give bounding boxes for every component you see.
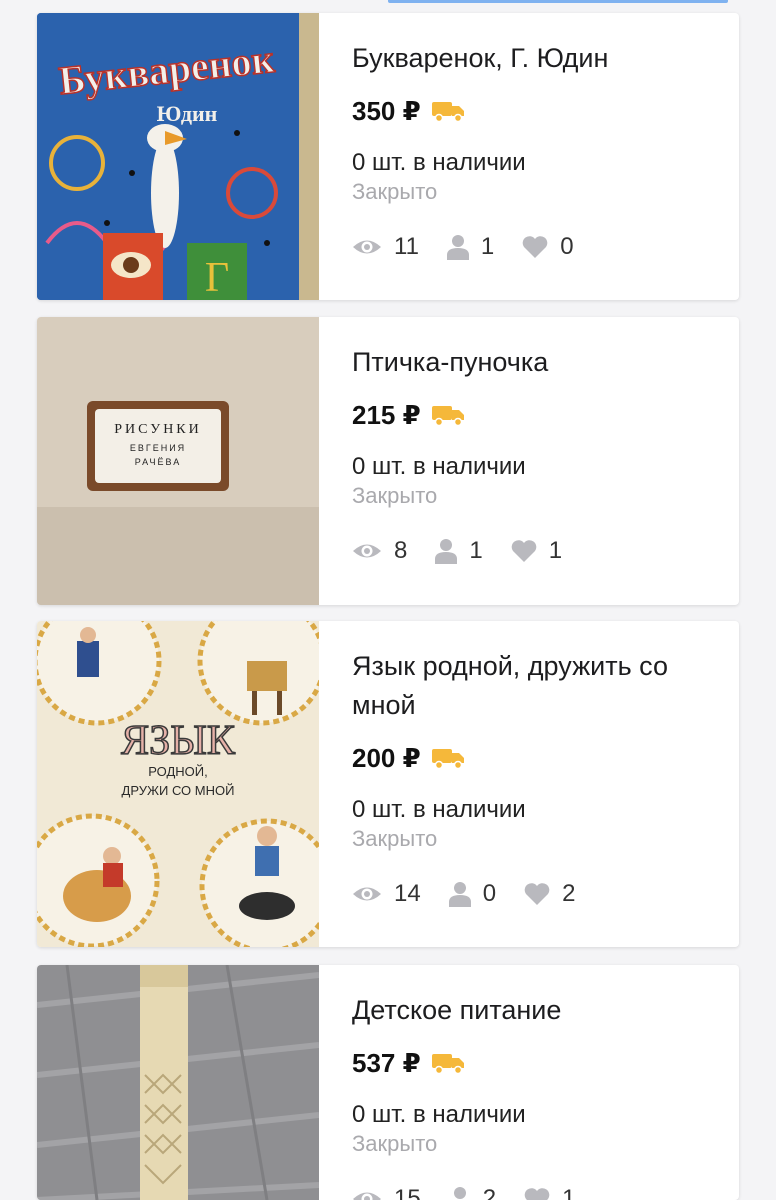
product-price: 350 ₽ <box>352 95 421 126</box>
views-stat: 11 <box>352 233 419 261</box>
cover-author-text: Юдин <box>157 101 218 126</box>
views-count: 11 <box>394 233 419 260</box>
stats-row: 11 1 0 <box>352 232 715 262</box>
buyers-stat: 1 <box>446 233 495 261</box>
truck-icon <box>431 749 464 770</box>
stock-text: 0 шт. в наличии <box>352 1101 526 1128</box>
product-info: Букваренок, Г. Юдин 350 ₽ 0 шт. в наличи… <box>352 39 715 262</box>
product-info: Детское питание 537 ₽ 0 шт. в наличии За… <box>352 991 715 1200</box>
likes-stat: 2 <box>524 880 575 908</box>
product-image[interactable]: ЯЗЫК РОДНОЙ, ДРУЖИ СО МНОЙ <box>37 621 319 947</box>
top-scroll-indicator <box>388 0 728 3</box>
likes-stat: 1 <box>524 1185 575 1200</box>
views-count: 14 <box>394 880 421 907</box>
product-card[interactable]: РИСУНКИ ЕВГЕНИЯ РАЧЁВА Птичка-пуночка 21… <box>37 317 739 605</box>
cover-title-text: ЯЗЫК <box>121 718 236 764</box>
cover-line-3: ДРУЖИ СО МНОЙ <box>122 783 235 798</box>
stats-row: 14 0 2 <box>352 879 715 909</box>
buyers-stat: 2 <box>449 1185 496 1200</box>
stats-row: 15 2 1 <box>352 1184 715 1200</box>
price-row: 215 ₽ <box>352 398 715 432</box>
status-text: Закрыто <box>352 179 438 204</box>
status-text: Закрыто <box>352 826 438 851</box>
views-stat: 8 <box>352 537 407 565</box>
product-image[interactable]: Г Букваренок Юдин <box>37 13 319 300</box>
price-row: 350 ₽ <box>352 94 715 128</box>
status-text: Закрыто <box>352 1131 438 1156</box>
product-title[interactable]: Птичка-пуночка <box>352 343 715 382</box>
person-icon <box>448 882 471 907</box>
stats-row: 8 1 1 <box>352 536 715 566</box>
stock-text: 0 шт. в наличии <box>352 796 526 823</box>
price-row: 537 ₽ <box>352 1046 715 1080</box>
heart-icon <box>522 236 548 258</box>
views-stat: 14 <box>352 880 421 908</box>
product-price: 537 ₽ <box>352 1047 421 1078</box>
truck-icon <box>431 1054 464 1075</box>
likes-count: 1 <box>548 537 563 564</box>
label-line-3: РАЧЁВА <box>135 457 181 467</box>
buyers-stat: 0 <box>448 880 497 908</box>
cover-line-2: РОДНОЙ, <box>148 764 207 779</box>
label-line-1: РИСУНКИ <box>114 422 202 437</box>
product-card[interactable]: Г Букваренок Юдин Букваренок, Г. Юдин 35… <box>37 13 739 300</box>
product-info: Птичка-пуночка 215 ₽ 0 шт. в наличии Зак… <box>352 343 715 566</box>
product-price: 215 ₽ <box>352 399 421 430</box>
buyers-count: 1 <box>480 233 495 260</box>
product-title[interactable]: Букваренок, Г. Юдин <box>352 39 715 78</box>
buyers-count: 2 <box>482 1185 497 1200</box>
label-line-2: ЕВГЕНИЯ <box>130 443 186 453</box>
product-image[interactable]: РИСУНКИ ЕВГЕНИЯ РАЧЁВА <box>37 317 319 605</box>
stock-text: 0 шт. в наличии <box>352 149 526 176</box>
likes-stat: 0 <box>522 233 574 261</box>
truck-icon <box>431 102 464 123</box>
eye-icon <box>353 240 381 254</box>
eye-icon <box>353 544 381 558</box>
buyers-count: 0 <box>482 880 497 907</box>
eye-icon <box>353 887 381 901</box>
likes-count: 0 <box>560 233 574 260</box>
status-text: Закрыто <box>352 483 438 508</box>
buyers-count: 1 <box>469 537 483 564</box>
stock-text: 0 шт. в наличии <box>352 453 526 480</box>
cover-letter-text: Г <box>205 255 229 300</box>
product-title[interactable]: Язык родной, дружить со мной <box>352 647 715 725</box>
person-icon <box>446 235 469 260</box>
product-card[interactable]: Детское питание 537 ₽ 0 шт. в наличии За… <box>37 965 739 1200</box>
product-title[interactable]: Детское питание <box>352 991 715 1030</box>
views-count: 15 <box>394 1185 421 1200</box>
heart-icon <box>524 883 550 905</box>
eye-icon <box>353 1192 381 1200</box>
product-price: 200 ₽ <box>352 742 421 773</box>
views-count: 8 <box>394 537 408 564</box>
heart-icon <box>511 540 537 562</box>
likes-count: 1 <box>562 1185 576 1200</box>
price-row: 200 ₽ <box>352 741 715 775</box>
product-info: Язык родной, дружить со мной 200 ₽ 0 шт.… <box>352 647 715 909</box>
buyers-stat: 1 <box>435 537 483 565</box>
person-icon <box>435 539 458 564</box>
likes-stat: 1 <box>511 537 562 565</box>
product-image[interactable] <box>37 965 319 1200</box>
truck-icon <box>431 406 464 427</box>
product-card[interactable]: ЯЗЫК РОДНОЙ, ДРУЖИ СО МНОЙ Язык родной, … <box>37 621 739 947</box>
views-stat: 15 <box>352 1185 421 1200</box>
heart-icon <box>524 1188 550 1200</box>
likes-count: 2 <box>562 880 576 907</box>
person-icon <box>453 1187 466 1199</box>
